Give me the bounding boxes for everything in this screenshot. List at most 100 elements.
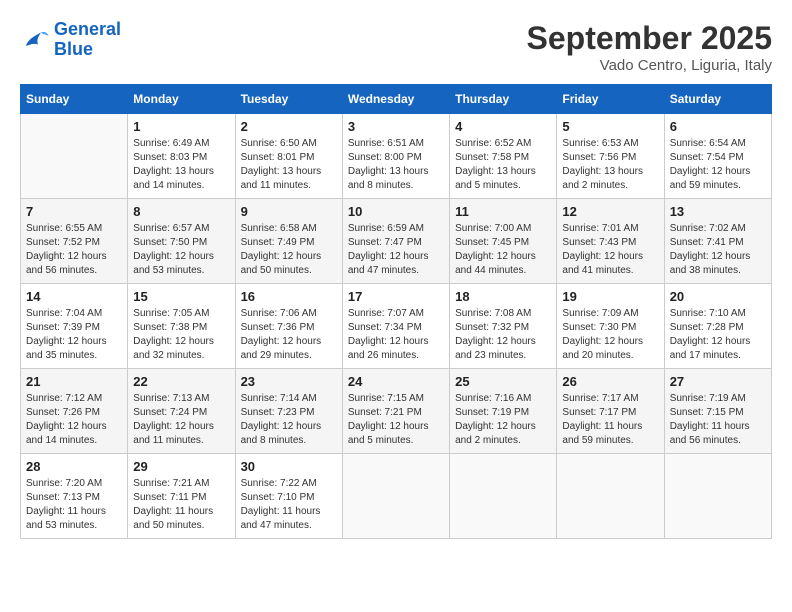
calendar-week-row: 14 Sunrise: 7:04 AMSunset: 7:39 PMDayligh… xyxy=(21,284,772,369)
table-row: 8 Sunrise: 6:57 AMSunset: 7:50 PMDaylight… xyxy=(128,199,235,284)
table-row: 6 Sunrise: 6:54 AMSunset: 7:54 PMDaylight… xyxy=(664,114,771,199)
col-saturday: Saturday xyxy=(664,85,771,114)
table-row: 9 Sunrise: 6:58 AMSunset: 7:49 PMDaylight… xyxy=(235,199,342,284)
day-number: 28 xyxy=(26,459,122,474)
logo: General Blue xyxy=(20,20,121,60)
table-row: 28 Sunrise: 7:20 AMSunset: 7:13 PMDayligh… xyxy=(21,454,128,539)
day-info: Sunrise: 6:54 AMSunset: 7:54 PMDaylight:… xyxy=(670,137,766,193)
day-info: Sunrise: 7:14 AMSunset: 7:23 PMDaylight:… xyxy=(241,392,337,448)
day-info: Sunrise: 7:16 AMSunset: 7:19 PMDaylight:… xyxy=(455,392,551,448)
day-info: Sunrise: 7:22 AMSunset: 7:10 PMDaylight:… xyxy=(241,477,337,533)
title-block: September 2025 Vado Centro, Liguria, Ita… xyxy=(527,20,772,74)
day-info: Sunrise: 7:01 AMSunset: 7:43 PMDaylight:… xyxy=(562,222,658,278)
table-row: 20Sunrise: 7:10 AMSunset: 7:28 PMDayligh… xyxy=(664,284,771,369)
day-info: Sunrise: 7:09 AMSunset: 7:30 PMDaylight:… xyxy=(562,307,658,363)
day-info: Sunrise: 7:21 AMSunset: 7:11 PMDaylight:… xyxy=(133,477,229,533)
calendar-table: Sunday Monday Tuesday Wednesday Thursday… xyxy=(20,84,772,539)
day-info: Sunrise: 6:51 AMSunset: 8:00 PMDaylight:… xyxy=(348,137,444,193)
calendar-week-row: 28 Sunrise: 7:20 AMSunset: 7:13 PMDayligh… xyxy=(21,454,772,539)
day-info: Sunrise: 7:06 AMSunset: 7:36 PMDaylight:… xyxy=(241,307,337,363)
table-row: 11 Sunrise: 7:00 AMSunset: 7:45 PMDayligh… xyxy=(450,199,557,284)
col-sunday: Sunday xyxy=(21,85,128,114)
day-info: Sunrise: 6:52 AMSunset: 7:58 PMDaylight:… xyxy=(455,137,551,193)
col-tuesday: Tuesday xyxy=(235,85,342,114)
day-number: 6 xyxy=(670,119,766,134)
day-info: Sunrise: 7:05 AMSunset: 7:38 PMDaylight:… xyxy=(133,307,229,363)
day-info: Sunrise: 6:58 AMSunset: 7:49 PMDaylight:… xyxy=(241,222,337,278)
table-row xyxy=(342,454,449,539)
day-info: Sunrise: 7:19 AMSunset: 7:15 PMDaylight:… xyxy=(670,392,766,448)
day-number: 23 xyxy=(241,374,337,389)
day-info: Sunrise: 7:17 AMSunset: 7:17 PMDaylight:… xyxy=(562,392,658,448)
day-number: 30 xyxy=(241,459,337,474)
table-row: 1 Sunrise: 6:49 AMSunset: 8:03 PMDaylight… xyxy=(128,114,235,199)
day-info: Sunrise: 7:02 AMSunset: 7:41 PMDaylight:… xyxy=(670,222,766,278)
day-number: 5 xyxy=(562,119,658,134)
table-row: 27 Sunrise: 7:19 AMSunset: 7:15 PMDayligh… xyxy=(664,369,771,454)
day-number: 13 xyxy=(670,204,766,219)
day-number: 25 xyxy=(455,374,551,389)
table-row xyxy=(21,114,128,199)
table-row: 21 Sunrise: 7:12 AMSunset: 7:26 PMDayligh… xyxy=(21,369,128,454)
day-number: 7 xyxy=(26,204,122,219)
day-number: 24 xyxy=(348,374,444,389)
logo-text: General Blue xyxy=(54,20,121,60)
day-info: Sunrise: 7:12 AMSunset: 7:26 PMDaylight:… xyxy=(26,392,122,448)
logo-line1: General xyxy=(54,19,121,39)
table-row: 23 Sunrise: 7:14 AMSunset: 7:23 PMDayligh… xyxy=(235,369,342,454)
table-row: 12Sunrise: 7:01 AMSunset: 7:43 PMDayligh… xyxy=(557,199,664,284)
calendar-header-row: Sunday Monday Tuesday Wednesday Thursday… xyxy=(21,85,772,114)
day-number: 21 xyxy=(26,374,122,389)
day-number: 20 xyxy=(670,289,766,304)
day-number: 2 xyxy=(241,119,337,134)
day-number: 4 xyxy=(455,119,551,134)
day-info: Sunrise: 6:53 AMSunset: 7:56 PMDaylight:… xyxy=(562,137,658,193)
table-row: 5 Sunrise: 6:53 AMSunset: 7:56 PMDaylight… xyxy=(557,114,664,199)
calendar-week-row: 21 Sunrise: 7:12 AMSunset: 7:26 PMDayligh… xyxy=(21,369,772,454)
day-number: 3 xyxy=(348,119,444,134)
col-thursday: Thursday xyxy=(450,85,557,114)
day-number: 26 xyxy=(562,374,658,389)
day-number: 10 xyxy=(348,204,444,219)
table-row: 29 Sunrise: 7:21 AMSunset: 7:11 PMDayligh… xyxy=(128,454,235,539)
day-info: Sunrise: 7:13 AMSunset: 7:24 PMDaylight:… xyxy=(133,392,229,448)
calendar-week-row: 7Sunrise: 6:55 AMSunset: 7:52 PMDaylight… xyxy=(21,199,772,284)
day-number: 27 xyxy=(670,374,766,389)
day-number: 16 xyxy=(241,289,337,304)
logo-icon xyxy=(20,25,50,55)
table-row: 13 Sunrise: 7:02 AMSunset: 7:41 PMDayligh… xyxy=(664,199,771,284)
day-info: Sunrise: 7:15 AMSunset: 7:21 PMDaylight:… xyxy=(348,392,444,448)
page-header: General Blue September 2025 Vado Centro,… xyxy=(20,20,772,74)
day-info: Sunrise: 7:20 AMSunset: 7:13 PMDaylight:… xyxy=(26,477,122,533)
day-info: Sunrise: 7:00 AMSunset: 7:45 PMDaylight:… xyxy=(455,222,551,278)
table-row: 18 Sunrise: 7:08 AMSunset: 7:32 PMDayligh… xyxy=(450,284,557,369)
day-info: Sunrise: 7:07 AMSunset: 7:34 PMDaylight:… xyxy=(348,307,444,363)
table-row: 4 Sunrise: 6:52 AMSunset: 7:58 PMDaylight… xyxy=(450,114,557,199)
table-row: 16 Sunrise: 7:06 AMSunset: 7:36 PMDayligh… xyxy=(235,284,342,369)
table-row: 15 Sunrise: 7:05 AMSunset: 7:38 PMDayligh… xyxy=(128,284,235,369)
table-row xyxy=(664,454,771,539)
day-number: 14 xyxy=(26,289,122,304)
day-number: 8 xyxy=(133,204,229,219)
day-number: 1 xyxy=(133,119,229,134)
day-number: 18 xyxy=(455,289,551,304)
table-row: 14 Sunrise: 7:04 AMSunset: 7:39 PMDayligh… xyxy=(21,284,128,369)
table-row: 17Sunrise: 7:07 AMSunset: 7:34 PMDayligh… xyxy=(342,284,449,369)
day-info: Sunrise: 6:57 AMSunset: 7:50 PMDaylight:… xyxy=(133,222,229,278)
table-row xyxy=(450,454,557,539)
day-number: 15 xyxy=(133,289,229,304)
day-info: Sunrise: 7:04 AMSunset: 7:39 PMDaylight:… xyxy=(26,307,122,363)
table-row: 25 Sunrise: 7:16 AMSunset: 7:19 PMDayligh… xyxy=(450,369,557,454)
day-info: Sunrise: 7:08 AMSunset: 7:32 PMDaylight:… xyxy=(455,307,551,363)
day-number: 11 xyxy=(455,204,551,219)
day-number: 29 xyxy=(133,459,229,474)
table-row: 19 Sunrise: 7:09 AMSunset: 7:30 PMDayligh… xyxy=(557,284,664,369)
logo-line2: Blue xyxy=(54,40,121,60)
col-monday: Monday xyxy=(128,85,235,114)
day-number: 22 xyxy=(133,374,229,389)
day-number: 19 xyxy=(562,289,658,304)
location-subtitle: Vado Centro, Liguria, Italy xyxy=(527,57,772,74)
table-row: 22 Sunrise: 7:13 AMSunset: 7:24 PMDayligh… xyxy=(128,369,235,454)
day-info: Sunrise: 6:49 AMSunset: 8:03 PMDaylight:… xyxy=(133,137,229,193)
day-number: 9 xyxy=(241,204,337,219)
